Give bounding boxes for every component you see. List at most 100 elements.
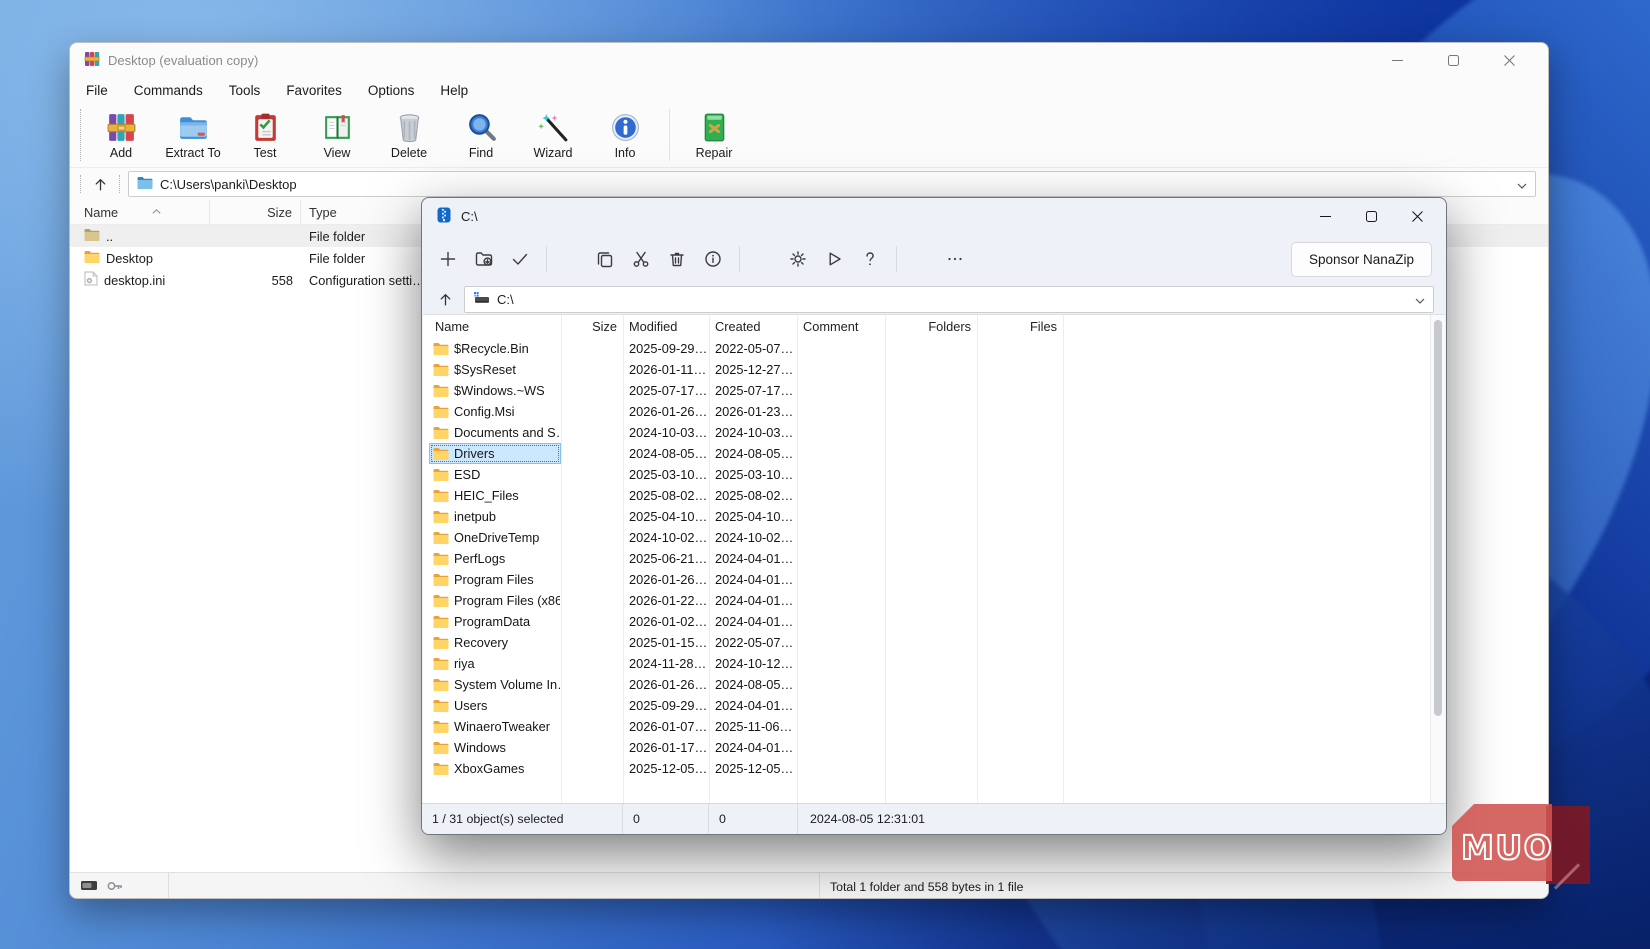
- nanazip-file-row[interactable]: riya 2024-11-28… 2024-10-12…: [423, 653, 1431, 674]
- address-grip[interactable]: [80, 175, 81, 193]
- file-icon: [84, 271, 98, 289]
- delete-button[interactable]: [661, 242, 693, 276]
- nanazip-file-row[interactable]: Users 2025-09-29… 2024-04-01…: [423, 695, 1431, 716]
- nanazip-file-row[interactable]: Documents and S… 2024-10-03… 2024-10-03…: [423, 422, 1431, 443]
- nanazip-file-row[interactable]: Config.Msi 2026-01-26… 2026-01-23…: [423, 401, 1431, 422]
- repair-button[interactable]: Repair: [678, 103, 750, 167]
- drive-icon: [473, 291, 490, 307]
- file-name: Drivers: [454, 446, 495, 461]
- menu-item[interactable]: Help: [440, 83, 468, 98]
- nanazip-file-row[interactable]: WinaeroTweaker 2026-01-07… 2025-11-06…: [423, 716, 1431, 737]
- folder-icon: [433, 720, 449, 733]
- folder-icon: [433, 657, 449, 670]
- help-button[interactable]: [854, 242, 886, 276]
- close-button[interactable]: [1486, 43, 1532, 77]
- chevron-down-icon[interactable]: [1415, 292, 1425, 307]
- nanazip-app-icon: [436, 207, 452, 226]
- toolbar-grip[interactable]: [80, 109, 81, 161]
- file-name: Config.Msi: [454, 404, 514, 419]
- test-button[interactable]: Test: [229, 103, 301, 167]
- menu-item[interactable]: Tools: [229, 83, 261, 98]
- delete-button[interactable]: Delete: [373, 103, 445, 167]
- column-header-name[interactable]: Name: [429, 319, 561, 334]
- nanazip-file-row[interactable]: $Recycle.Bin 2025-09-29… 2022-05-07…: [423, 338, 1431, 359]
- nanazip-toolbar: Sponsor NanaZip: [422, 234, 1446, 284]
- nanazip-file-row[interactable]: HEIC_Files 2025-08-02… 2025-08-02…: [423, 485, 1431, 506]
- close-button[interactable]: [1394, 198, 1440, 234]
- column-header-size[interactable]: Size: [561, 319, 623, 334]
- add-button[interactable]: [432, 242, 464, 276]
- maximize-button[interactable]: [1348, 198, 1394, 234]
- nanazip-file-row[interactable]: Windows 2026-01-17… 2024-04-01…: [423, 737, 1431, 758]
- nanazip-file-row[interactable]: ProgramData 2026-01-02… 2024-04-01…: [423, 611, 1431, 632]
- menu-item[interactable]: Favorites: [286, 83, 342, 98]
- menu-item[interactable]: Options: [368, 83, 415, 98]
- winrar-title: Desktop (evaluation copy): [108, 53, 258, 68]
- nanazip-file-row[interactable]: $SysReset 2026-01-11… 2025-12-27…: [423, 359, 1431, 380]
- nanazip-file-row[interactable]: PerfLogs 2025-06-21… 2024-04-01…: [423, 548, 1431, 569]
- find-button[interactable]: Find: [445, 103, 517, 167]
- winrar-titlebar[interactable]: Desktop (evaluation copy): [70, 43, 1548, 77]
- properties-button[interactable]: [697, 242, 729, 276]
- column-header-comment[interactable]: Comment: [797, 319, 885, 334]
- extract-to-button[interactable]: Extract To: [157, 103, 229, 167]
- up-one-level-button[interactable]: [85, 172, 115, 196]
- muo-watermark: MUO: [1452, 804, 1592, 886]
- file-name: WinaeroTweaker: [454, 719, 550, 734]
- nanazip-file-row[interactable]: Recovery 2025-01-15… 2022-05-07…: [423, 632, 1431, 653]
- nanazip-address-bar[interactable]: C:\: [464, 286, 1434, 313]
- file-name: Windows: [454, 740, 506, 755]
- folder-icon: [433, 699, 449, 712]
- nanazip-file-row[interactable]: XboxGames 2025-12-05… 2025-12-05…: [423, 758, 1431, 779]
- menu-item[interactable]: File: [86, 83, 108, 98]
- winrar-address-bar[interactable]: C:\Users\panki\Desktop: [128, 171, 1536, 197]
- nanazip-file-row[interactable]: $Windows.~WS 2025-07-17… 2025-07-17…: [423, 380, 1431, 401]
- column-header-folders[interactable]: Folders: [885, 319, 977, 334]
- maximize-button[interactable]: [1430, 43, 1476, 77]
- file-name: System Volume In…: [454, 677, 561, 692]
- view-button[interactable]: View: [301, 103, 373, 167]
- nanazip-file-row[interactable]: OneDriveTemp 2024-10-02… 2024-10-02…: [423, 527, 1431, 548]
- run-button[interactable]: [818, 242, 850, 276]
- address-grip[interactable]: [119, 175, 120, 193]
- file-name: XboxGames: [454, 761, 524, 776]
- scrollbar-thumb[interactable]: [1434, 320, 1442, 716]
- column-header-size[interactable]: Size: [210, 200, 301, 224]
- winrar-address-text: C:\Users\panki\Desktop: [160, 177, 297, 192]
- info-button[interactable]: Info: [589, 103, 661, 167]
- minimize-button[interactable]: [1374, 43, 1420, 77]
- toolbar-icon: [609, 111, 642, 144]
- minimize-button[interactable]: [1302, 198, 1348, 234]
- chevron-down-icon[interactable]: [1517, 177, 1527, 192]
- toolbar-icon: [105, 111, 138, 144]
- nanazip-title: C:\: [461, 209, 478, 224]
- settings-button[interactable]: [782, 242, 814, 276]
- toolbar-label: Delete: [391, 146, 427, 160]
- column-header-created[interactable]: Created: [709, 319, 797, 334]
- column-header-files[interactable]: Files: [977, 319, 1063, 334]
- column-header-modified[interactable]: Modified: [623, 319, 709, 334]
- more-button[interactable]: [939, 242, 971, 276]
- sponsor-nanazip-button[interactable]: Sponsor NanaZip: [1291, 242, 1432, 277]
- copy-button[interactable]: [589, 242, 621, 276]
- wizard-button[interactable]: Wizard: [517, 103, 589, 167]
- menu-item[interactable]: Commands: [134, 83, 203, 98]
- status-selected-count: 1 / 31 object(s) selected: [422, 804, 623, 834]
- nanazip-file-row[interactable]: Program Files 2026-01-26… 2024-04-01…: [423, 569, 1431, 590]
- up-one-level-button[interactable]: [430, 287, 460, 311]
- nanazip-file-row[interactable]: inetpub 2025-04-10… 2025-04-10…: [423, 506, 1431, 527]
- nanazip-file-row[interactable]: Program Files (x86) 2026-01-22… 2024-04-…: [423, 590, 1431, 611]
- nanazip-file-row[interactable]: System Volume In… 2026-01-26… 2024-08-05…: [423, 674, 1431, 695]
- add-button[interactable]: Add: [85, 103, 157, 167]
- column-header-name[interactable]: Name: [76, 200, 210, 224]
- test-button[interactable]: [504, 242, 536, 276]
- drive-icon: [80, 879, 100, 896]
- nanazip-file-row[interactable]: ESD 2025-03-10… 2025-03-10…: [423, 464, 1431, 485]
- extract-button[interactable]: [468, 242, 500, 276]
- vertical-scrollbar[interactable]: [1430, 315, 1445, 804]
- toolbar-label: View: [324, 146, 351, 160]
- nanazip-file-row[interactable]: Drivers 2024-08-05… 2024-08-05…: [423, 443, 1431, 464]
- move-button[interactable]: [625, 242, 657, 276]
- file-name: ESD: [454, 467, 480, 482]
- nanazip-titlebar[interactable]: C:\: [422, 198, 1446, 234]
